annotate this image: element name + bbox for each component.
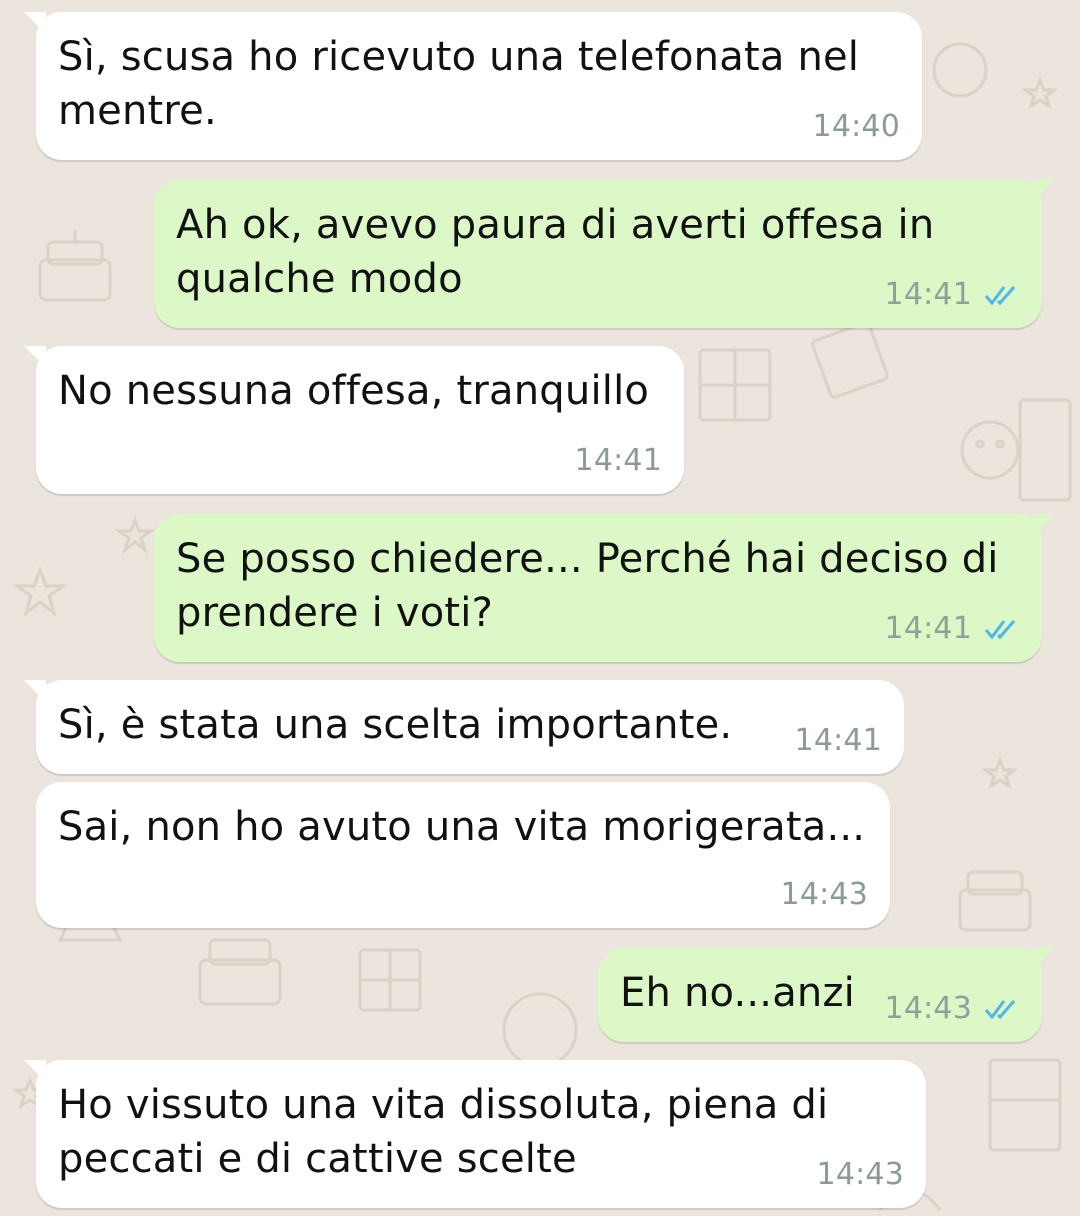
message-time: 14:43 xyxy=(884,991,972,1026)
message-text: Ah ok, avevo paura di averti offesa in q… xyxy=(176,202,935,302)
message-bubble-incoming[interactable]: Sai, non ho avuto una vita morigerata...… xyxy=(36,782,890,928)
message-meta: 14:40 xyxy=(813,110,900,144)
message-text: Se posso chiedere... Perché hai deciso d… xyxy=(176,536,999,636)
message-time: 14:43 xyxy=(780,877,868,912)
bubble-tail xyxy=(24,12,46,34)
message-bubble-incoming[interactable]: Ho vissuto una vita dissoluta, piena di … xyxy=(24,1060,926,1208)
message-meta: 14:41 xyxy=(885,612,1020,646)
message-time: 14:41 xyxy=(884,277,972,312)
bubble-tail xyxy=(24,1060,46,1082)
message-meta: 14:43 xyxy=(781,878,868,912)
bubble-tail xyxy=(1032,180,1054,202)
read-ticks-icon xyxy=(984,1000,1016,1020)
message-text: Sì, è stata una scelta importante. xyxy=(58,702,733,748)
message-meta: 14:41 xyxy=(575,444,662,478)
message-time: 14:43 xyxy=(816,1157,904,1192)
message-bubble-incoming[interactable]: No nessuna offesa, tranquillo 14:41 xyxy=(24,346,684,494)
message-meta: 14:43 xyxy=(885,992,1020,1026)
chat-message-list[interactable]: Sì, scusa ho ricevuto una telefonata nel… xyxy=(0,0,1080,1216)
bubble-tail xyxy=(1032,948,1054,970)
message-text: Eh no...anzi xyxy=(620,970,855,1016)
bubble-tail xyxy=(24,346,46,368)
message-time: 14:41 xyxy=(794,723,882,758)
message-text: Ho vissuto una vita dissoluta, piena di … xyxy=(58,1082,829,1182)
bubble-tail xyxy=(24,680,46,702)
message-bubble-incoming[interactable]: Sì, è stata una scelta importante. 14:41 xyxy=(24,680,904,774)
read-ticks-icon xyxy=(984,620,1016,640)
message-time: 14:41 xyxy=(574,443,662,478)
bubble-tail xyxy=(1032,514,1054,536)
message-bubble-outgoing[interactable]: Eh no...anzi 14:43 xyxy=(598,948,1054,1042)
message-time: 14:40 xyxy=(812,109,900,144)
message-meta: 14:41 xyxy=(795,724,882,758)
message-text: Sì, scusa ho ricevuto una telefonata nel… xyxy=(58,34,860,134)
read-ticks-icon xyxy=(984,286,1016,306)
message-meta: 14:43 xyxy=(817,1158,904,1192)
message-text: Sai, non ho avuto una vita morigerata... xyxy=(58,804,866,850)
message-bubble-incoming[interactable]: Sì, scusa ho ricevuto una telefonata nel… xyxy=(24,12,922,160)
message-text: No nessuna offesa, tranquillo xyxy=(58,368,650,414)
message-bubble-outgoing[interactable]: Se posso chiedere... Perché hai deciso d… xyxy=(154,514,1054,662)
message-time: 14:41 xyxy=(884,611,972,646)
message-bubble-outgoing[interactable]: Ah ok, avevo paura di averti offesa in q… xyxy=(154,180,1054,328)
message-meta: 14:41 xyxy=(885,278,1020,312)
